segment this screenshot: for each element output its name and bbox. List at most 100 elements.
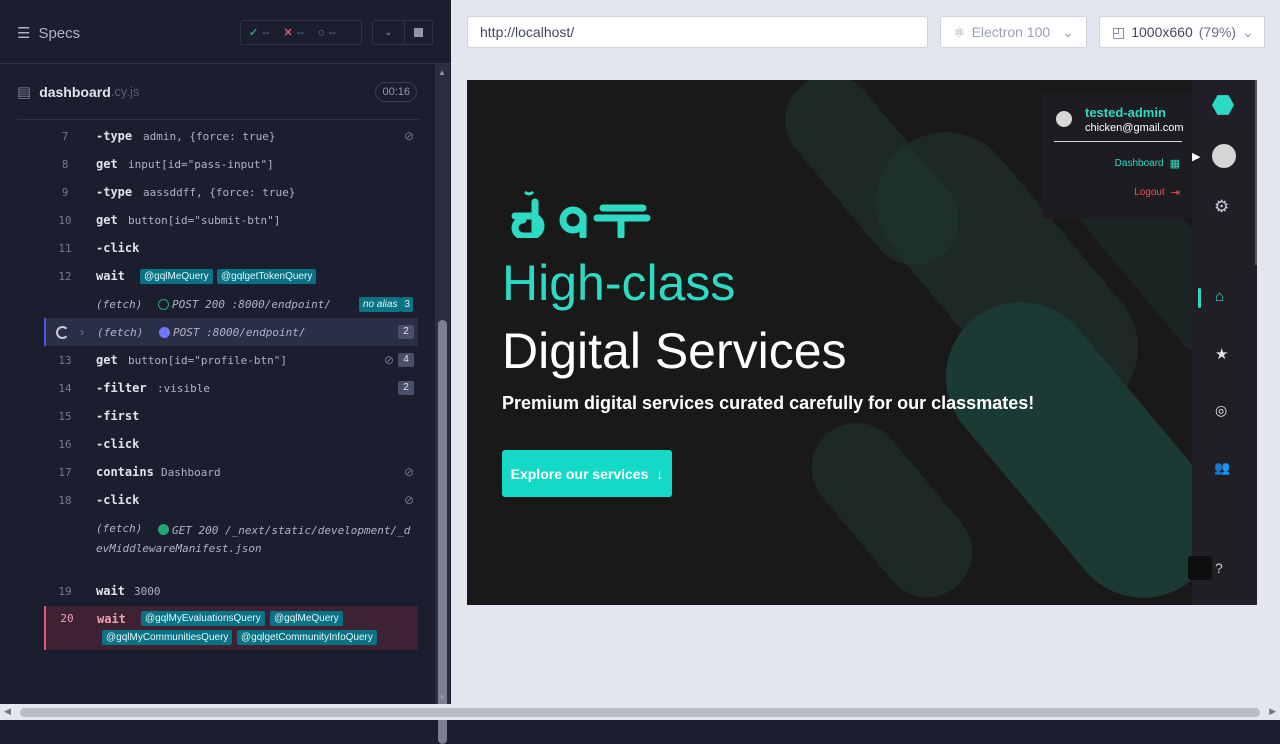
spec-file-ext: .cy.js (110, 84, 140, 99)
eye-slash-icon: ⊘ (403, 129, 414, 143)
command-number: 9 (61, 185, 69, 199)
scrollbar-thumb[interactable] (20, 708, 1260, 717)
count-badge: 4 (398, 353, 414, 367)
stop-button[interactable] (405, 20, 433, 45)
command-number: 17 (58, 465, 72, 479)
users-icon[interactable]: 👥 (1214, 460, 1230, 476)
scrollbar-thumb[interactable] (438, 320, 447, 744)
command-row[interactable]: 17 contains Dashboard ⊘ (45, 458, 418, 486)
command-name: get (96, 157, 118, 171)
command-message: :visible (157, 381, 210, 395)
x-icon: ✕ (283, 27, 293, 39)
command-row[interactable]: 9 -type aassddff, {force: true} (45, 178, 418, 206)
command-number: 8 (61, 157, 69, 171)
user-dropdown: tested-admin chicken@gmail.com Dashboard… (1042, 93, 1192, 219)
command-message: input[id="pass-input"] (128, 157, 274, 171)
chevron-down-icon[interactable]: ⌄ (372, 20, 405, 45)
command-row[interactable]: 18 -click ⊘ (45, 486, 418, 514)
alias-badge[interactable]: @gqlgetCommunityInfoQuery (237, 630, 377, 645)
command-number: 19 (58, 584, 72, 598)
command-row[interactable]: (fetch) GET 200 /_next/static/developmen… (45, 514, 418, 570)
command-row[interactable]: 7 -type admin, {force: true} ⊘ (45, 122, 418, 150)
command-name: -click (96, 241, 140, 255)
command-message: aassddff, {force: true} (143, 185, 296, 199)
command-message: Dashboard (161, 465, 221, 479)
command-number: 10 (58, 213, 72, 227)
command-message: button[id="profile-btn"] (128, 353, 287, 367)
command-row[interactable]: 12 wait @gqlMeQuery @gqlgetTokenQuery (45, 262, 418, 290)
avatar (1056, 111, 1072, 127)
alias-badge[interactable]: @gqlMeQuery (140, 268, 213, 284)
command-row-pending[interactable]: › (fetch) POST :8000/endpoint/ 2 (44, 318, 418, 346)
status-circle-icon (159, 326, 170, 338)
alias-badge[interactable]: @gqlgetTokenQuery (217, 268, 317, 284)
nextjs-indicator[interactable] (1188, 556, 1212, 580)
scroll-down-icon[interactable]: ▼ (438, 693, 446, 702)
eye-slash-icon: ⊘ (383, 353, 394, 367)
command-row[interactable]: 10 get button[id="submit-btn"] (45, 206, 418, 234)
command-number: 14 (58, 381, 72, 395)
scroll-left-icon[interactable]: ◀ (4, 706, 11, 717)
command-number: 12 (58, 269, 72, 283)
specs-toggle[interactable]: ☰ Specs (17, 24, 80, 43)
explore-label: Explore our services (510, 465, 649, 482)
command-name: wait (96, 269, 125, 283)
home-icon[interactable]: ⌂ (1215, 288, 1224, 305)
menu-logout-link[interactable]: Logout ⇥ (1134, 186, 1180, 199)
scroll-right-icon[interactable]: ▶ (1269, 706, 1276, 717)
timer-badge: 00:16 (375, 82, 417, 102)
alias-badge[interactable]: @gqlMyCommunitiesQuery (102, 630, 233, 645)
command-row-failed[interactable]: 20 wait @gqlMyEvaluationsQuery @gqlMeQue… (44, 606, 418, 650)
app-logo-icon[interactable] (1212, 95, 1234, 115)
page-scrollbar[interactable] (1255, 80, 1257, 265)
command-name: contains (96, 465, 154, 479)
browser-name: Electron 100 (971, 24, 1051, 40)
command-row[interactable]: (fetch) POST 200 :8000/endpoint/ no alia… (45, 290, 418, 318)
grid-icon: ▦ (1169, 158, 1180, 170)
document-icon: ▤ (17, 83, 32, 101)
target-icon[interactable]: ◎ (1215, 402, 1227, 419)
command-name: get (96, 353, 118, 367)
explore-services-button[interactable]: Explore our services ↓ (502, 450, 672, 497)
specs-header: ☰ Specs ✓ -- ✕ -- ◌ -- ⌄ (0, 0, 451, 64)
command-row[interactable]: 11 -click (45, 234, 418, 262)
count-badge: 2 (398, 325, 414, 339)
dashboard-label: Dashboard (1114, 158, 1164, 169)
chevron-right-icon[interactable]: › (80, 325, 84, 339)
command-row[interactable]: 13 get button[id="profile-btn"] ⊘ 4 (45, 346, 418, 374)
command-row[interactable]: 16 -click (45, 430, 418, 458)
count-badge: 3 (401, 296, 413, 312)
alias-badge[interactable]: @gqlMeQuery (270, 611, 343, 626)
browser-selector[interactable]: ⚛ Electron 100 ⌄ (940, 16, 1087, 48)
horizontal-scrollbar[interactable]: ◀ ▶ (0, 704, 1280, 720)
help-icon[interactable]: ? (1215, 560, 1223, 576)
command-row[interactable]: 19 wait 3000 (45, 577, 418, 605)
command-number: 11 (58, 241, 72, 255)
command-name: -type (96, 129, 133, 143)
command-row[interactable]: 8 get input[id="pass-input"] (45, 150, 418, 178)
gear-icon[interactable]: ⚙ (1214, 197, 1229, 217)
command-name: -first (96, 409, 140, 423)
zoom-level: (79%) (1198, 24, 1237, 40)
url-field[interactable]: http://localhost/ (467, 16, 928, 48)
command-number: 7 (61, 129, 69, 143)
command-row[interactable]: 15 -first (45, 402, 418, 430)
command-message: button[id="submit-btn"] (128, 213, 281, 227)
command-message: admin, {force: true} (143, 129, 276, 143)
command-number: 18 (58, 493, 72, 507)
menu-dashboard-link[interactable]: Dashboard ▦ (1115, 157, 1180, 170)
eye-slash-icon: ⊘ (403, 493, 414, 507)
chevron-down-icon: ⌄ (1242, 23, 1254, 40)
profile-button[interactable] (1212, 144, 1236, 168)
command-row[interactable]: 14 -filter :visible 2 (45, 374, 418, 402)
electron-icon: ⚛ (953, 23, 966, 40)
alias-badge[interactable]: @gqlMyEvaluationsQuery (141, 611, 265, 626)
menu-icon: ☰ (17, 25, 31, 42)
pending-icon: ◌ (318, 26, 325, 39)
star-icon[interactable]: ★ (1215, 345, 1228, 363)
arrow-down-icon: ↓ (656, 465, 664, 482)
viewport-selector[interactable]: ◰ 1000x660 (79%) ⌄ (1099, 16, 1265, 48)
scroll-up-icon[interactable]: ▲ (438, 68, 446, 77)
command-log-scrollbar[interactable]: ▲ ▼ (435, 64, 450, 744)
command-message: POST 200 :8000/endpoint/ (172, 297, 331, 311)
